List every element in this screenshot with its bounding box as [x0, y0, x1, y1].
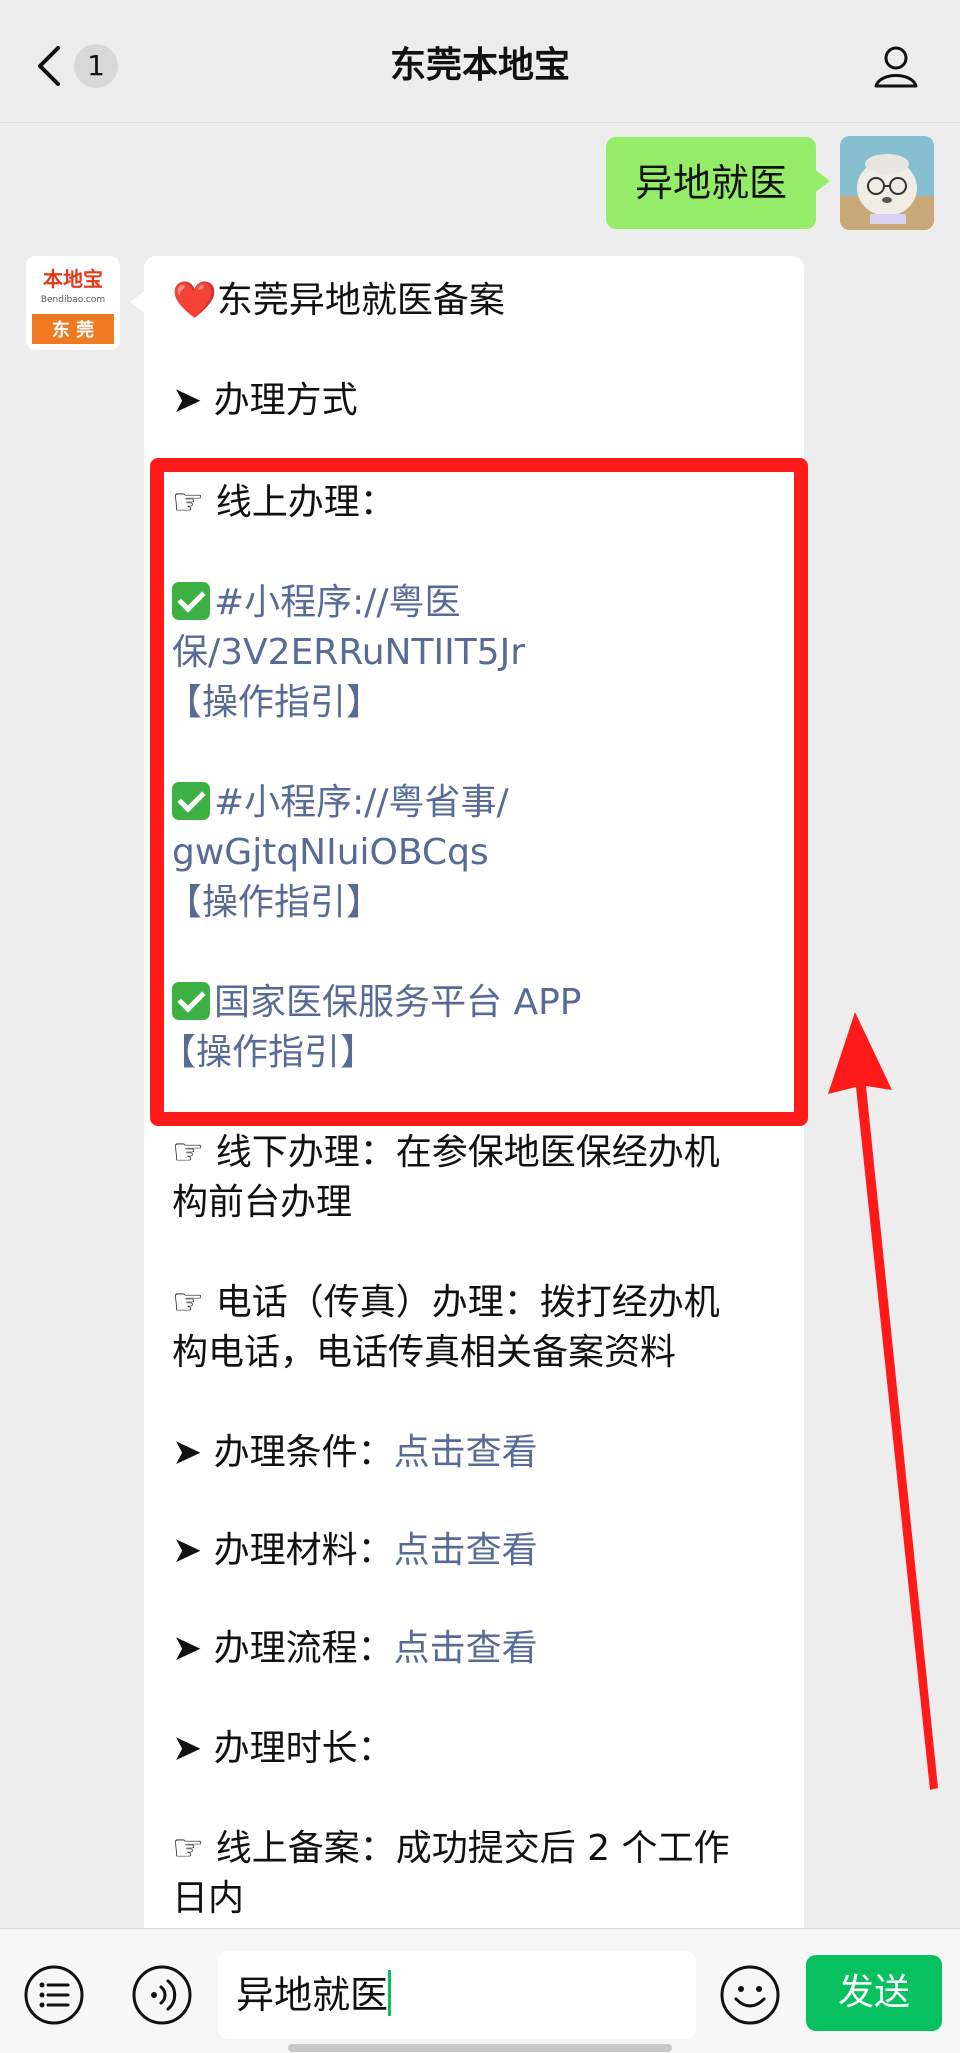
process-row: ➤ 办理流程：点击查看	[172, 1628, 538, 1669]
send-button[interactable]: 发送	[806, 1955, 942, 2031]
top-bar: 1 东莞本地宝	[0, 0, 960, 123]
message-title: ❤️东莞异地就医备案	[172, 280, 505, 321]
conditions-link[interactable]: 点击查看	[394, 1432, 538, 1473]
phone-method-line2: 构电话，电话传真相关备案资料	[172, 1332, 677, 1373]
offline-method-line2: 构前台办理	[172, 1182, 353, 1223]
online-filing-line2: 日内	[172, 1878, 245, 1919]
emoji-icon[interactable]	[718, 1963, 782, 2027]
svg-text:Bendibao.com: Bendibao.com	[41, 295, 105, 305]
materials-row: ➤ 办理材料：点击查看	[172, 1530, 538, 1571]
heart-emoji: ❤️	[172, 280, 217, 321]
voice-icon[interactable]	[130, 1963, 194, 2027]
duration-heading: ➤ 办理时长：	[172, 1728, 394, 1769]
method-heading: ➤ 办理方式	[172, 380, 358, 421]
materials-link[interactable]: 点击查看	[394, 1530, 538, 1571]
svg-text:本地宝: 本地宝	[43, 267, 103, 291]
red-arrow	[828, 1012, 938, 1790]
user-avatar[interactable]	[840, 136, 934, 230]
profile-icon[interactable]	[872, 42, 920, 90]
page-title: 东莞本地宝	[389, 45, 570, 86]
conditions-row: ➤ 办理条件：点击查看	[172, 1432, 538, 1473]
outgoing-message-bubble[interactable]: 异地就医	[606, 137, 830, 229]
menu-list-icon[interactable]	[22, 1963, 86, 2027]
svg-text:东 莞: 东 莞	[52, 319, 94, 341]
online-filing-line1: ☞ 线上备案：成功提交后 2 个工作	[172, 1828, 730, 1869]
offline-method-line1: ☞ 线下办理：在参保地医保经办机	[172, 1132, 720, 1173]
process-link[interactable]: 点击查看	[394, 1628, 538, 1669]
official-account-avatar[interactable]: 本地宝 Bendibao.com 东 莞	[26, 256, 120, 350]
user-avatar-image	[840, 136, 934, 230]
text-caret	[388, 1970, 392, 2016]
phone-method-line1: ☞ 电话（传真）办理：拨打经办机	[172, 1282, 720, 1323]
home-indicator	[288, 2044, 672, 2052]
input-bar: 异地就医 发送	[0, 1928, 960, 2053]
message-input[interactable]: 异地就医	[218, 1951, 696, 2039]
highlight-box	[150, 458, 808, 1126]
bendibao-logo: 本地宝 Bendibao.com 东 莞	[26, 256, 120, 350]
